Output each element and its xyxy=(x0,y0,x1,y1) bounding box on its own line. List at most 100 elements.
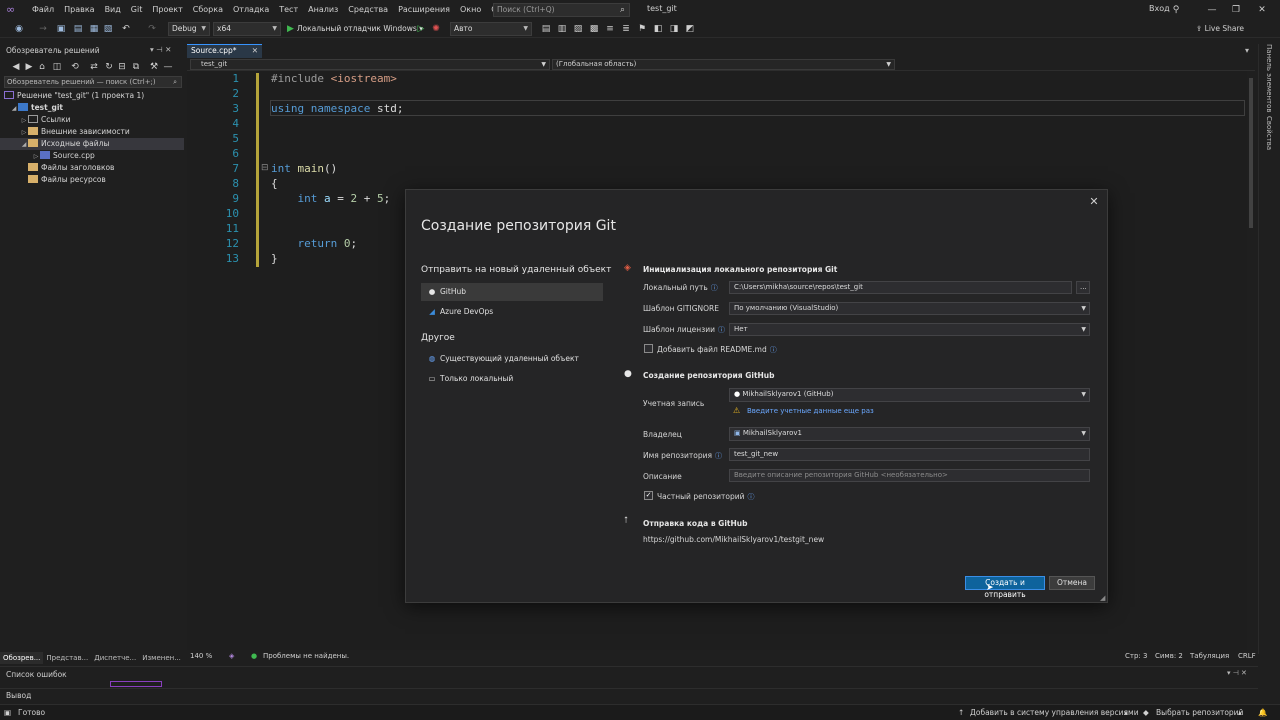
toolbox-tab[interactable]: Панель элементов xyxy=(1265,44,1273,113)
tab-git-changes[interactable]: Изменен... xyxy=(139,652,184,664)
bookmark-clear-icon[interactable]: ◩ xyxy=(684,23,696,35)
cursor-column[interactable]: Симв: 2 xyxy=(1155,650,1183,663)
readme-checkbox[interactable] xyxy=(644,344,653,353)
panel-controls[interactable]: ▾ ⊣ ✕ xyxy=(1227,669,1247,677)
switch-views-icon[interactable]: ◫ xyxy=(51,61,63,73)
select-repository-button[interactable]: Выбрать репозиторий xyxy=(1156,705,1243,720)
tab-overflow-icon[interactable]: ▾ xyxy=(1245,46,1249,55)
tree-item-resource-files[interactable]: Файлы ресурсов xyxy=(0,174,184,186)
bookmark-next-icon[interactable]: ◨ xyxy=(668,23,680,35)
tree-item-references[interactable]: ▷ Ссылки xyxy=(0,114,184,126)
feedback-icon[interactable]: ⚲ xyxy=(1166,2,1186,18)
tab-source-cpp[interactable]: Source.cpp* ✕ xyxy=(187,44,262,58)
menu-extensions[interactable]: Расширения xyxy=(393,0,455,20)
tree-item-header-files[interactable]: Файлы заголовков xyxy=(0,162,184,174)
menu-window[interactable]: Окно xyxy=(455,0,486,20)
private-repo-checkbox[interactable]: ✓ xyxy=(644,491,653,500)
tab-solution-explorer[interactable]: Обозрев... xyxy=(0,652,44,664)
platform-select[interactable]: x64 ▼ xyxy=(213,22,281,36)
save-icon[interactable]: ▦ xyxy=(88,23,100,35)
undo-icon[interactable]: ↶ xyxy=(120,23,132,35)
menu-tools[interactable]: Средства xyxy=(343,0,393,20)
live-share-button[interactable]: ⇪ Live Share xyxy=(1196,24,1244,33)
configuration-select[interactable]: Debug ▼ xyxy=(168,22,210,36)
comment-icon[interactable]: ≡ xyxy=(604,23,616,35)
bookmark-icon[interactable]: ⚑ xyxy=(636,23,648,35)
local-path-input[interactable]: C:\Users\mikha\source\repos\test_git xyxy=(729,281,1072,294)
menu-debug[interactable]: Отладка xyxy=(228,0,274,20)
add-to-source-control-button[interactable]: Добавить в систему управления версиями xyxy=(970,705,1139,720)
create-and-push-button[interactable]: Создать и отправить xyxy=(965,576,1045,599)
back-icon[interactable]: ◀ xyxy=(10,61,22,73)
repo-name-input[interactable]: test_git_new xyxy=(729,448,1090,461)
line-endings[interactable]: CRLF xyxy=(1238,650,1256,663)
uncomment-icon[interactable]: ≣ xyxy=(620,23,632,35)
info-icon[interactable]: ⓘ xyxy=(711,284,718,292)
scope-dropdown[interactable]: (Глобальная область) ▼ xyxy=(552,59,895,70)
redo-icon[interactable]: ↷ xyxy=(146,23,158,35)
project-dropdown[interactable]: test_git ▼ xyxy=(190,59,550,70)
open-file-icon[interactable]: ▤ xyxy=(72,23,84,35)
reenter-credentials-link[interactable]: Введите учетные данные еще раз xyxy=(747,407,874,415)
tree-item-external-deps[interactable]: ▷ Внешние зависимости xyxy=(0,126,184,138)
gitignore-select[interactable]: По умолчанию (VisualStudio) ▼ xyxy=(729,302,1090,315)
owner-select[interactable]: ▣ MikhailSklyarov1 ▼ xyxy=(729,427,1090,441)
save-all-icon[interactable]: ▧ xyxy=(102,23,114,35)
collapse-main-icon[interactable]: ⊟ xyxy=(261,163,269,173)
info-icon[interactable]: ⓘ xyxy=(715,452,722,460)
editor-vertical-scrollbar[interactable] xyxy=(1247,71,1255,650)
search-input[interactable]: Поиск (Ctrl+Q) ⌕ xyxy=(493,3,630,17)
hot-reload-icon[interactable]: ✺ xyxy=(430,23,442,35)
sync-icon[interactable]: ⇄ xyxy=(88,61,100,73)
close-icon[interactable]: ✕ xyxy=(1086,194,1102,210)
solution-search-input[interactable]: Обозреватель решений — поиск (Ctrl+;) ⌕ xyxy=(4,76,182,88)
toolbar-icon-4[interactable]: ▩ xyxy=(588,23,600,35)
menu-test[interactable]: Тест xyxy=(274,0,303,20)
menu-view[interactable]: Вид xyxy=(100,0,126,20)
tree-item-source-files[interactable]: ◢ Исходные файлы xyxy=(0,138,184,150)
back-icon[interactable]: ◉ xyxy=(13,23,25,35)
home-icon[interactable]: ⌂ xyxy=(36,61,48,73)
error-list-title[interactable]: Список ошибок xyxy=(6,670,67,679)
forward-icon[interactable]: → xyxy=(37,23,49,35)
toolbar-icon-2[interactable]: ▥ xyxy=(556,23,568,35)
minimize-icon[interactable]: — xyxy=(1202,2,1222,18)
option-existing-remote[interactable]: ◍ Существующий удаленный объект xyxy=(421,350,603,368)
scrollbar-thumb[interactable] xyxy=(1249,78,1253,228)
auto-select[interactable]: Авто ▼ xyxy=(450,22,532,36)
info-icon[interactable]: ⓘ xyxy=(748,493,755,501)
account-select[interactable]: ● MikhailSklyarov1 (GitHub) ▼ xyxy=(729,388,1090,402)
bookmark-prev-icon[interactable]: ◧ xyxy=(652,23,664,35)
start-without-debugging-icon[interactable]: ▷ xyxy=(415,23,427,35)
cancel-button[interactable]: Отмена xyxy=(1049,576,1095,590)
forward-icon[interactable]: ▶ xyxy=(23,61,35,73)
info-icon[interactable]: ⓘ xyxy=(718,326,725,334)
close-icon[interactable]: ✕ xyxy=(1252,2,1272,18)
restore-icon[interactable]: ❐ xyxy=(1226,2,1246,18)
menu-build[interactable]: Сборка xyxy=(188,0,228,20)
pending-changes-icon[interactable]: ⟲ xyxy=(69,61,81,73)
tab-class-view[interactable]: Предстaв... xyxy=(43,652,91,664)
resize-grip-icon[interactable]: ◢ xyxy=(1100,594,1105,602)
collapse-all-icon[interactable]: ⊟ xyxy=(116,61,128,73)
notifications-icon[interactable]: 🔔 xyxy=(1258,705,1267,720)
properties-icon[interactable]: ⚒ xyxy=(148,61,160,73)
menu-edit[interactable]: Правка xyxy=(59,0,99,20)
refresh-icon[interactable]: ↻ xyxy=(103,61,115,73)
browse-button[interactable]: ... xyxy=(1076,281,1090,294)
zoom-level[interactable]: 140 % xyxy=(190,650,212,663)
option-github[interactable]: ● GitHub xyxy=(421,283,603,301)
menu-file[interactable]: Файл xyxy=(27,0,59,20)
menu-project[interactable]: Проект xyxy=(147,0,187,20)
tab-property-manager[interactable]: Диспетче... xyxy=(91,652,139,664)
show-all-files-icon[interactable]: ⧉ xyxy=(130,61,142,73)
output-title[interactable]: Вывод xyxy=(6,691,31,700)
problems-status[interactable]: Проблемы не найдены. xyxy=(263,650,349,663)
panel-controls[interactable]: ▾ ⊣ ✕ xyxy=(150,45,171,54)
close-tab-icon[interactable]: ✕ xyxy=(252,45,258,57)
toolbar-icon-3[interactable]: ▨ xyxy=(572,23,584,35)
menu-git[interactable]: Git xyxy=(126,0,148,20)
menu-analyze[interactable]: Анализ xyxy=(303,0,343,20)
tree-item-project[interactable]: ◢ test_git xyxy=(0,102,184,114)
tree-item-solution[interactable]: Решение "test_git" (1 проекта 1) xyxy=(0,90,184,102)
